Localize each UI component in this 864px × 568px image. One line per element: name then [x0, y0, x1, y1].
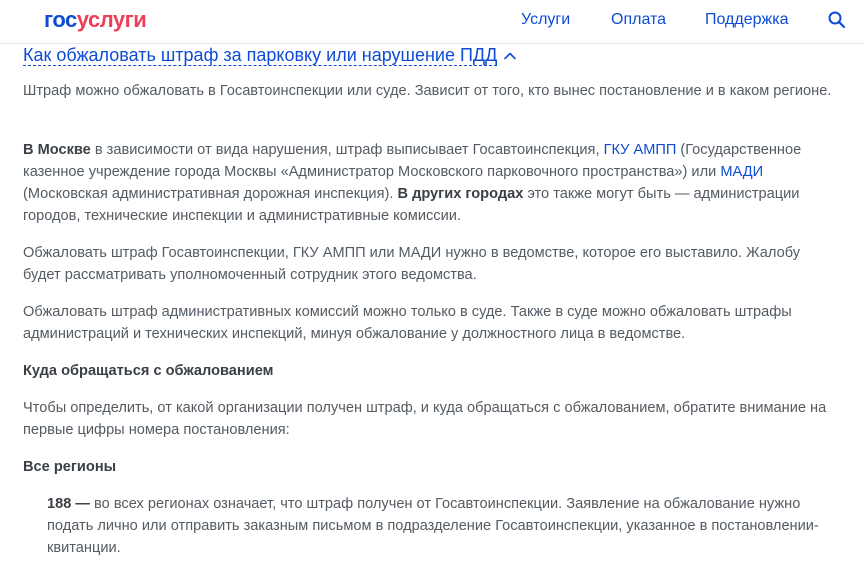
bold-moscow: В Москве [23, 142, 91, 158]
paragraph-intro: Штраф можно обжаловать в Госавтоинспекци… [23, 83, 832, 99]
p2-text-1: в зависимости от вида нарушения, штраф в… [90, 142, 604, 158]
search-button[interactable] [827, 10, 847, 30]
bold-other-cities: В других городах [397, 186, 524, 202]
site-header: госуслуги Услуги Оплата Поддержка [0, 0, 864, 44]
chevron-up-icon [503, 47, 517, 61]
link-gku-ampp[interactable]: ГКУ АМПП [604, 142, 677, 158]
accordion-header[interactable]: Как обжаловать штраф за парковку или нар… [23, 45, 841, 66]
accordion-title-text: Как обжаловать штраф за парковку или нар… [23, 45, 498, 66]
paragraph-moscow: В Москве в зависимости от вида нарушения… [23, 139, 841, 227]
list-item-188: 188 — во всех регионах означает, что штр… [47, 493, 843, 559]
paragraph-court: Обжаловать штраф административных комисс… [23, 304, 792, 342]
logo-part-gos: гос [44, 7, 77, 32]
link-madi[interactable]: МАДИ [720, 164, 763, 180]
list-item-188-text: во всех регионах означает, что штраф пол… [47, 496, 819, 556]
logo-part-uslugi: услуги [76, 7, 147, 32]
gosuslugi-logo[interactable]: госуслуги [44, 7, 147, 33]
subheading-where-to-appeal: Куда обращаться с обжалованием [23, 363, 274, 379]
paragraph-appeal-authority: Обжаловать штраф Госавтоинспекции, ГКУ А… [23, 245, 801, 283]
nav-support[interactable]: Поддержка [705, 10, 788, 30]
search-icon [828, 11, 846, 29]
nav-services[interactable]: Услуги [521, 10, 570, 30]
paragraph-identify: Чтобы определить, от какой организации п… [23, 400, 827, 438]
subheading-all-regions: Все регионы [23, 459, 117, 475]
nav-payment[interactable]: Оплата [611, 10, 666, 30]
code-188: 188 — [47, 496, 90, 512]
p2-text-3: (Московская административная дорожная ин… [23, 186, 398, 202]
